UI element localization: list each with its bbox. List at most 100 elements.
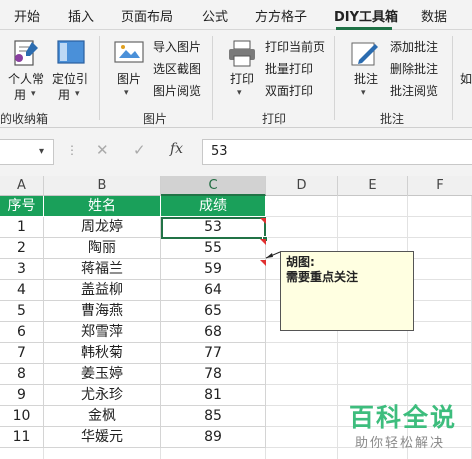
tab-data[interactable]: 数据 — [421, 6, 447, 25]
table-cell[interactable]: 65 — [161, 301, 266, 322]
comment-indicator — [260, 218, 266, 224]
empty-cell[interactable] — [266, 364, 338, 385]
tab-home[interactable]: 开始 — [14, 6, 40, 25]
empty-cell[interactable] — [408, 196, 472, 217]
table-cell[interactable]: 盖益柳 — [44, 280, 161, 301]
table-cell[interactable]: 10 — [0, 406, 44, 427]
confirm-icon[interactable]: ✓ — [133, 141, 146, 159]
column-header-b[interactable]: B — [44, 176, 161, 196]
table-cell[interactable]: 姜玉婷 — [44, 364, 161, 385]
tab-page-layout[interactable]: 页面布局 — [121, 6, 173, 25]
table-cell[interactable]: 周龙婷 — [44, 217, 161, 238]
table-cell[interactable]: 81 — [161, 385, 266, 406]
table-cell[interactable]: 6 — [0, 322, 44, 343]
empty-cell[interactable] — [408, 322, 472, 343]
chevron-down-icon: ▾ — [361, 88, 366, 98]
column-header-c[interactable]: C — [161, 176, 266, 196]
truncated-button-label[interactable]: 如 — [460, 70, 472, 87]
table-cell[interactable]: 4 — [0, 280, 44, 301]
watermark-subtitle: 助你轻松解决 — [355, 436, 446, 451]
table-cell[interactable]: 64 — [161, 280, 266, 301]
table-cell[interactable]: 华媛元 — [44, 427, 161, 448]
empty-cell[interactable] — [408, 364, 472, 385]
empty-cell[interactable] — [338, 196, 408, 217]
column-header-d[interactable]: D — [266, 176, 338, 196]
group-label-print: 打印 — [262, 112, 287, 126]
empty-cell[interactable] — [408, 280, 472, 301]
group-divider — [452, 36, 453, 120]
tab-diy-toolbox[interactable]: DIY工具箱 — [334, 6, 398, 25]
empty-cell[interactable] — [266, 385, 338, 406]
empty-cell[interactable] — [266, 217, 338, 238]
empty-cell[interactable] — [266, 448, 338, 459]
table-cell[interactable]: 韩秋菊 — [44, 343, 161, 364]
name-box[interactable]: ▾ — [0, 139, 54, 165]
table-cell[interactable]: 68 — [161, 322, 266, 343]
table-cell[interactable]: 78 — [161, 364, 266, 385]
picture-browse-button[interactable]: 图片阅览 — [153, 80, 201, 100]
tab-formulas[interactable]: 公式 — [202, 6, 228, 25]
table-cell[interactable]: 8 — [0, 364, 44, 385]
watermark-logo: 百科全说 助你轻松解决 — [337, 396, 467, 456]
empty-cell[interactable] — [0, 448, 44, 459]
table-cell[interactable]: 1 — [0, 217, 44, 238]
empty-cell[interactable] — [338, 343, 408, 364]
drag-handle-icon[interactable]: ⋮ — [66, 143, 78, 157]
column-header-f[interactable]: F — [408, 176, 472, 196]
empty-cell[interactable] — [408, 238, 472, 259]
empty-cell[interactable] — [338, 364, 408, 385]
empty-cell[interactable] — [408, 301, 472, 322]
table-cell[interactable]: 85 — [161, 406, 266, 427]
empty-cell[interactable] — [338, 217, 408, 238]
table-header-cell[interactable]: 序号 — [0, 196, 44, 217]
table-cell[interactable]: 3 — [0, 259, 44, 280]
table-cell[interactable]: 曹海燕 — [44, 301, 161, 322]
table-cell[interactable]: 55 — [161, 238, 266, 259]
group-label-picture: 图片 — [143, 112, 168, 126]
empty-cell[interactable] — [44, 448, 161, 459]
table-cell[interactable]: 77 — [161, 343, 266, 364]
table-cell[interactable]: 陶丽 — [44, 238, 161, 259]
chevron-down-icon[interactable]: ▾ — [39, 146, 44, 157]
empty-cell[interactable] — [161, 448, 266, 459]
import-picture-button[interactable]: 导入图片 — [153, 36, 201, 56]
tab-fangfang[interactable]: 方方格子 — [255, 6, 307, 25]
empty-cell[interactable] — [408, 343, 472, 364]
empty-cell[interactable] — [408, 259, 472, 280]
table-header-cell[interactable]: 成绩 — [161, 196, 266, 217]
insert-function-icon[interactable]: fx — [170, 141, 183, 157]
duplex-print-button[interactable]: 双面打印 — [265, 80, 313, 100]
batch-print-button[interactable]: 批量打印 — [265, 58, 313, 78]
empty-cell[interactable] — [266, 343, 338, 364]
table-cell[interactable]: 2 — [0, 238, 44, 259]
formula-input[interactable]: 53 — [202, 139, 472, 165]
print-current-page-button[interactable]: 打印当前页 — [265, 36, 325, 56]
table-cell[interactable]: 9 — [0, 385, 44, 406]
empty-cell[interactable] — [266, 196, 338, 217]
table-cell[interactable]: 89 — [161, 427, 266, 448]
table-cell[interactable]: 7 — [0, 343, 44, 364]
column-header-a[interactable]: A — [0, 176, 44, 196]
active-cell-outline — [161, 217, 266, 239]
tab-insert[interactable]: 插入 — [68, 6, 94, 25]
empty-cell[interactable] — [408, 217, 472, 238]
table-cell[interactable]: 蒋福兰 — [44, 259, 161, 280]
empty-cell[interactable] — [266, 427, 338, 448]
table-cell[interactable]: 5 — [0, 301, 44, 322]
comment-text: 需要重点关注 — [286, 270, 359, 284]
table-cell[interactable]: 11 — [0, 427, 44, 448]
browse-comments-button[interactable]: 批注阅览 — [390, 80, 438, 100]
table-cell[interactable]: 金枫 — [44, 406, 161, 427]
comment-box[interactable]: 胡图: 需要重点关注 — [280, 251, 414, 331]
add-comment-button[interactable]: 添加批注 — [390, 36, 438, 56]
cancel-icon[interactable]: ✕ — [96, 141, 109, 159]
selection-screenshot-button[interactable]: 选区截图 — [153, 58, 201, 78]
table-header-cell[interactable]: 姓名 — [44, 196, 161, 217]
table-cell[interactable]: 59 — [161, 259, 266, 280]
table-cell[interactable]: 尤永珍 — [44, 385, 161, 406]
empty-cell[interactable] — [266, 406, 338, 427]
formula-bar: ▾ ⋮ ✕ ✓ fx 53 — [0, 128, 472, 176]
delete-comment-button[interactable]: 删除批注 — [390, 58, 438, 78]
table-cell[interactable]: 郑雪萍 — [44, 322, 161, 343]
column-header-e[interactable]: E — [338, 176, 408, 196]
